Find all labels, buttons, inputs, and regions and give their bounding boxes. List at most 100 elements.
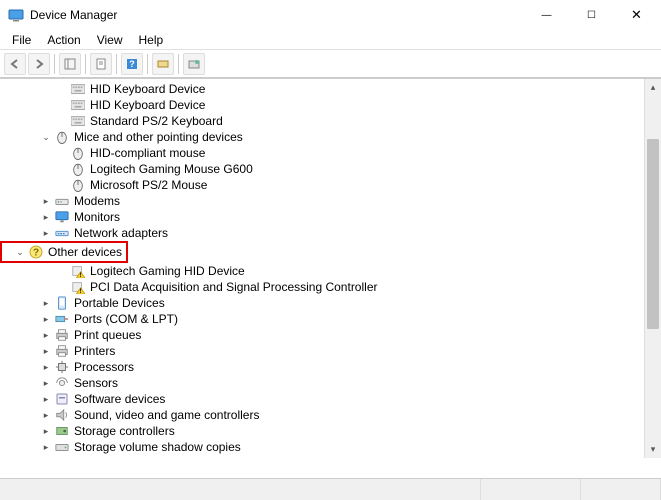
help-button[interactable]: ?	[121, 53, 143, 75]
close-button[interactable]: ✕	[614, 0, 659, 30]
printer-icon	[54, 343, 70, 359]
menu-help[interactable]: Help	[131, 31, 172, 49]
sensor-icon	[54, 375, 70, 391]
tree-category-print-queues[interactable]: ▸ Print queues	[0, 327, 661, 343]
device-tree[interactable]: ▸ HID Keyboard Device ▸ HID Keyboard Dev…	[0, 79, 661, 458]
mouse-icon	[70, 145, 86, 161]
maximize-button[interactable]: ☐	[569, 0, 614, 30]
monitor-icon	[54, 209, 70, 225]
tree-leaf[interactable]: ▸ Standard PS/2 Keyboard	[0, 113, 661, 129]
tree-category-network[interactable]: ▸ Network adapters	[0, 225, 661, 241]
expander-icon[interactable]: ▸	[40, 297, 52, 309]
tree-leaf[interactable]: ▸ Logitech Gaming Mouse G600	[0, 161, 661, 177]
expander-icon[interactable]: ⌄	[40, 131, 52, 143]
category-label: Modems	[74, 194, 120, 208]
forward-button[interactable]	[28, 53, 50, 75]
tree-category-sound[interactable]: ▸ Sound, video and game controllers	[0, 407, 661, 423]
tree-category-monitors[interactable]: ▸ Monitors	[0, 209, 661, 225]
minimize-button[interactable]: —	[524, 0, 569, 30]
category-label: Storage volume shadow copies	[74, 440, 241, 454]
svg-text:!: !	[80, 288, 82, 294]
keyboard-icon	[70, 113, 86, 129]
device-label: HID Keyboard Device	[90, 82, 205, 96]
printer-icon	[54, 327, 70, 343]
category-label: Processors	[74, 360, 134, 374]
tree-category-storage-volumes[interactable]: ▸ Storage volumes	[0, 455, 661, 458]
device-label: HID Keyboard Device	[90, 98, 205, 112]
device-label: PCI Data Acquisition and Signal Processi…	[90, 280, 377, 294]
expander-icon[interactable]: ▸	[40, 195, 52, 207]
category-label: Storage volumes	[74, 456, 164, 458]
network-icon	[54, 225, 70, 241]
tree-category-processors[interactable]: ▸ Processors	[0, 359, 661, 375]
update-driver-button[interactable]	[183, 53, 205, 75]
drive-icon	[54, 455, 70, 458]
expander-icon[interactable]: ▸	[40, 393, 52, 405]
expander-icon[interactable]: ⌄	[14, 246, 26, 258]
expander-icon[interactable]: ▸	[40, 377, 52, 389]
expander-icon[interactable]: ▸	[40, 441, 52, 453]
unknown-device-icon: ?	[28, 244, 44, 260]
vertical-scrollbar[interactable]: ▴ ▾	[644, 79, 661, 458]
tree-category-modems[interactable]: ▸ Modems	[0, 193, 661, 209]
drive-icon	[54, 439, 70, 455]
expander-icon[interactable]: ▸	[40, 329, 52, 341]
tree-category-printers[interactable]: ▸ Printers	[0, 343, 661, 359]
processor-icon	[54, 359, 70, 375]
tree-leaf[interactable]: ▸ HID Keyboard Device	[0, 81, 661, 97]
expander-icon[interactable]: ▸	[40, 425, 52, 437]
port-icon	[54, 311, 70, 327]
scroll-down-button[interactable]: ▾	[645, 441, 661, 458]
status-cell	[481, 479, 581, 500]
device-label: Logitech Gaming HID Device	[90, 264, 245, 278]
tree-category-mice[interactable]: ⌄ Mice and other pointing devices	[0, 129, 661, 145]
menu-view[interactable]: View	[89, 31, 131, 49]
device-label: Logitech Gaming Mouse G600	[90, 162, 253, 176]
status-cell	[0, 479, 481, 500]
tree-leaf[interactable]: ▸ ! PCI Data Acquisition and Signal Proc…	[0, 279, 661, 295]
mouse-icon	[54, 129, 70, 145]
tree-category-storage-shadow[interactable]: ▸ Storage volume shadow copies	[0, 439, 661, 455]
menu-action[interactable]: Action	[39, 31, 88, 49]
device-label: Standard PS/2 Keyboard	[90, 114, 223, 128]
category-label: Software devices	[74, 392, 165, 406]
show-hide-tree-button[interactable]	[59, 53, 81, 75]
scroll-thumb[interactable]	[647, 139, 659, 329]
category-label: Network adapters	[74, 226, 168, 240]
tree-category-ports[interactable]: ▸ Ports (COM & LPT)	[0, 311, 661, 327]
tree-leaf[interactable]: ▸ Microsoft PS/2 Mouse	[0, 177, 661, 193]
expander-icon[interactable]: ▸	[40, 227, 52, 239]
svg-text:?: ?	[129, 59, 135, 69]
svg-text:?: ?	[33, 248, 39, 259]
toolbar: ?	[0, 50, 661, 78]
tree-category-storage-controllers[interactable]: ▸ Storage controllers	[0, 423, 661, 439]
sound-icon	[54, 407, 70, 423]
category-label: Storage controllers	[74, 424, 175, 438]
window-controls: — ☐ ✕	[524, 0, 659, 30]
svg-text:!: !	[80, 272, 82, 278]
expander-icon[interactable]: ▸	[40, 409, 52, 421]
unknown-device-warning-icon: !	[70, 279, 86, 295]
scroll-up-button[interactable]: ▴	[645, 79, 661, 96]
category-label: Printers	[74, 344, 115, 358]
category-label: Sensors	[74, 376, 118, 390]
scan-hardware-button[interactable]	[152, 53, 174, 75]
tree-leaf[interactable]: ▸ HID-compliant mouse	[0, 145, 661, 161]
tree-leaf[interactable]: ▸ ! Logitech Gaming HID Device	[0, 263, 661, 279]
category-label: Monitors	[74, 210, 120, 224]
tree-category-software[interactable]: ▸ Software devices	[0, 391, 661, 407]
expander-icon[interactable]: ▸	[40, 361, 52, 373]
tree-category-sensors[interactable]: ▸ Sensors	[0, 375, 661, 391]
expander-icon[interactable]: ▸	[40, 211, 52, 223]
expander-icon[interactable]: ▸	[40, 313, 52, 325]
expander-icon[interactable]: ▸	[40, 457, 52, 458]
tree-leaf[interactable]: ▸ HID Keyboard Device	[0, 97, 661, 113]
device-label: Microsoft PS/2 Mouse	[90, 178, 207, 192]
back-button[interactable]	[4, 53, 26, 75]
tree-category-other-devices[interactable]: ⌄ ? Other devices	[0, 241, 128, 263]
menu-file[interactable]: File	[4, 31, 39, 49]
tree-category-portable[interactable]: ▸ Portable Devices	[0, 295, 661, 311]
expander-icon[interactable]: ▸	[40, 345, 52, 357]
properties-button[interactable]	[90, 53, 112, 75]
window-title: Device Manager	[30, 8, 524, 22]
